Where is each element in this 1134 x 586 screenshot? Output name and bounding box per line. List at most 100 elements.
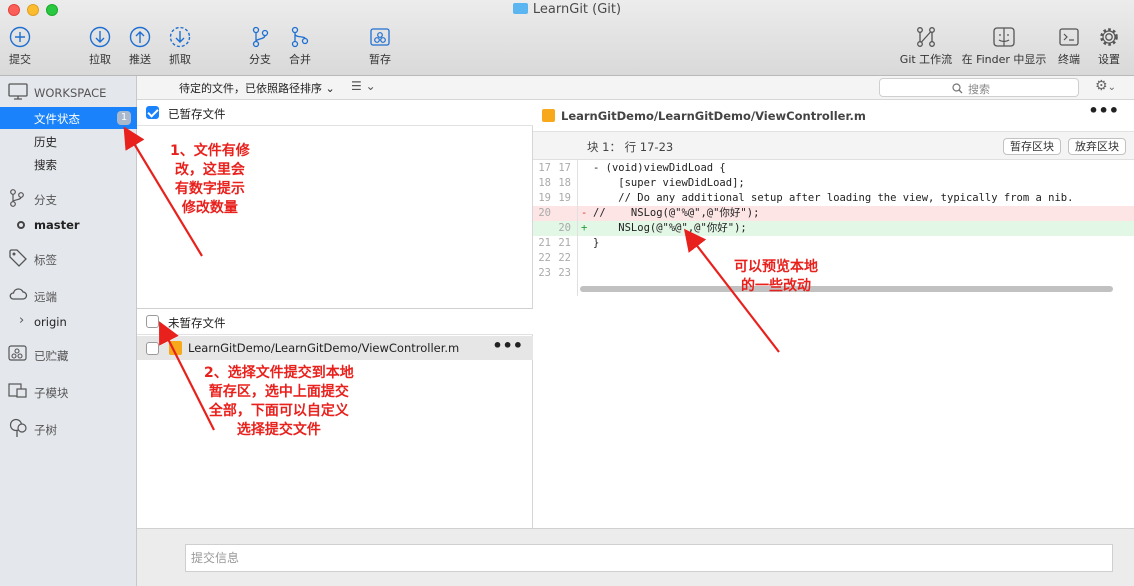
arrow-up-circle-icon xyxy=(129,26,151,48)
commit-message-input[interactable]: 提交信息 xyxy=(185,544,1113,572)
settings-button[interactable]: 设置 xyxy=(1095,26,1123,72)
staged-all-checkbox[interactable] xyxy=(146,106,159,119)
diff-line[interactable]: 22 22 xyxy=(533,251,1134,266)
sidebar-item-file-status[interactable]: 文件状态 1 xyxy=(0,107,137,129)
diff-line-removed[interactable]: 20 -// NSLog(@"%@",@"你好"); xyxy=(533,206,1134,221)
diff-line[interactable]: 23 23 xyxy=(533,266,1134,281)
stash-icon xyxy=(370,28,390,46)
folder-icon xyxy=(512,3,528,14)
stash-button[interactable]: 暂存 xyxy=(366,26,394,72)
gear-icon xyxy=(1100,28,1118,46)
gear-menu-button[interactable]: ⚙⌄ xyxy=(1095,78,1116,94)
app-window: LearnGit (Git) 提交 拉取 推送 抓取 分支 合并 暂存 Git … xyxy=(0,0,1134,586)
new-line-number: 17 xyxy=(558,162,571,174)
file-checkbox[interactable] xyxy=(146,342,159,355)
discard-hunk-button[interactable]: 放弃区块 xyxy=(1068,138,1126,155)
code-text: // NSLog(@"%@",@"你好"); xyxy=(593,207,760,219)
chevron-down-icon: ⌄ xyxy=(365,79,376,93)
diff-sign: - xyxy=(581,207,588,219)
sidebar-item-master-branch[interactable]: master xyxy=(0,214,137,236)
old-line-number: 21 xyxy=(538,237,551,249)
unstaged-all-checkbox[interactable] xyxy=(146,315,159,328)
sidebar-section-workspace[interactable]: WORKSPACE xyxy=(0,82,137,104)
chevron-down-icon: ⌄ xyxy=(1107,82,1116,93)
sidebar-section-submodules[interactable]: 子模块 xyxy=(0,381,137,403)
branch-icon xyxy=(252,26,269,48)
sidebar-section-stashes[interactable]: 已贮藏 xyxy=(0,344,137,366)
sidebar-item-search[interactable]: 搜索 xyxy=(0,153,137,175)
diff-line-added[interactable]: 20 + NSLog(@"%@",@"你好"); xyxy=(533,221,1134,236)
code-text: - (void)viewDidLoad { xyxy=(593,162,726,174)
sidebar-item-history[interactable]: 历史 xyxy=(0,130,137,152)
toolbar: LearnGit (Git) 提交 拉取 推送 抓取 分支 合并 暂存 Git … xyxy=(0,0,1134,76)
more-options-icon[interactable]: ••• xyxy=(1088,101,1119,120)
stage-hunk-button[interactable]: 暂存区块 xyxy=(1003,138,1061,155)
merge-icon xyxy=(291,26,309,48)
diff-header: LearnGitDemo/LearnGitDemo/ViewController… xyxy=(533,100,1134,132)
old-line-number: 20 xyxy=(538,207,551,219)
old-line-number: 23 xyxy=(538,267,551,279)
horizontal-scrollbar[interactable] xyxy=(580,286,1113,292)
search-placeholder: 搜索 xyxy=(968,83,990,96)
git-flow-icon xyxy=(917,27,935,47)
branch-icon xyxy=(10,189,24,207)
submodule-icon xyxy=(8,383,27,398)
sidebar-item-origin-remote[interactable]: › origin xyxy=(0,311,137,333)
git-flow-button[interactable]: Git 工作流 xyxy=(896,26,956,72)
gear-icon: ⚙ xyxy=(1095,78,1108,94)
cloud-icon xyxy=(9,288,28,300)
new-line-number: 22 xyxy=(558,252,571,264)
plus-circle-icon xyxy=(9,26,31,48)
pull-button[interactable]: 拉取 xyxy=(86,26,114,72)
finder-icon xyxy=(993,27,1015,47)
window-title: LearnGit (Git) xyxy=(0,2,1134,17)
diff-line[interactable]: 21 21} xyxy=(533,236,1134,251)
diff-line[interactable]: 18 18 [super viewDidLoad]; xyxy=(533,176,1134,191)
diff-sign: + xyxy=(581,222,588,234)
subtree-icon xyxy=(9,418,27,437)
sidebar-section-remotes[interactable]: 远端 xyxy=(0,285,137,307)
new-line-number: 18 xyxy=(558,177,571,189)
new-line-number: 23 xyxy=(558,267,571,279)
arrow-down-circle-icon xyxy=(89,26,111,48)
diff-view: LearnGitDemo/LearnGitDemo/ViewController… xyxy=(533,100,1134,528)
code-text: } xyxy=(593,237,600,249)
push-button[interactable]: 推送 xyxy=(126,26,154,72)
sidebar-section-tags[interactable]: 标签 xyxy=(0,248,137,270)
fetch-button[interactable]: 抓取 xyxy=(166,26,194,72)
view-options-dropdown[interactable]: ☰ ⌄ xyxy=(351,79,376,93)
diff-line[interactable]: 17 17 - (void)viewDidLoad { xyxy=(533,161,1134,176)
sidebar: WORKSPACE 文件状态 1 历史 搜索 分支 master 标签 远端 ›… xyxy=(0,76,137,586)
new-line-number: 21 xyxy=(558,237,571,249)
sort-dropdown[interactable]: 待定的文件，已依照路径排序 ⌄ xyxy=(179,80,335,96)
modified-file-icon xyxy=(542,109,555,122)
gutter-divider xyxy=(577,160,578,296)
new-line-number: 20 xyxy=(558,222,571,234)
annotation-file-count: 1、文件有修 改，这里会 有数字提示 修改数量 xyxy=(170,143,250,216)
code-text: NSLog(@"%@",@"你好"); xyxy=(593,222,747,234)
show-in-finder-button[interactable]: 在 Finder 中显示 xyxy=(958,26,1050,72)
staged-files-header: 已暂存文件 xyxy=(137,100,533,126)
modified-file-icon xyxy=(169,341,182,355)
unstaged-file-row[interactable]: LearnGitDemo/LearnGitDemo/ViewController… xyxy=(137,336,533,360)
terminal-icon xyxy=(1059,28,1079,46)
terminal-button[interactable]: 终端 xyxy=(1055,26,1083,72)
unstaged-files-header: 未暂存文件 xyxy=(137,309,533,335)
merge-button[interactable]: 合并 xyxy=(286,26,314,72)
code-text: // Do any additional setup after loading… xyxy=(593,192,1074,204)
commit-button[interactable]: 提交 xyxy=(6,26,34,72)
old-line-number: 18 xyxy=(538,177,551,189)
sidebar-section-branches[interactable]: 分支 xyxy=(0,188,137,210)
code-text: [super viewDidLoad]; xyxy=(593,177,745,189)
stash-icon xyxy=(8,345,27,361)
more-options-icon[interactable]: ••• xyxy=(492,336,523,355)
branch-button[interactable]: 分支 xyxy=(246,26,274,72)
search-field[interactable]: 搜索 xyxy=(879,78,1079,97)
diff-line[interactable]: 19 19 // Do any additional setup after lo… xyxy=(533,191,1134,206)
sidebar-section-subtrees[interactable]: 子树 xyxy=(0,418,137,440)
current-branch-icon xyxy=(17,221,25,229)
search-icon xyxy=(952,83,963,94)
chevron-right-icon[interactable]: › xyxy=(19,313,24,328)
hunk-header: 块 1： 行 17-23 暂存区块 放弃区块 xyxy=(533,132,1134,160)
tag-icon xyxy=(9,249,27,267)
